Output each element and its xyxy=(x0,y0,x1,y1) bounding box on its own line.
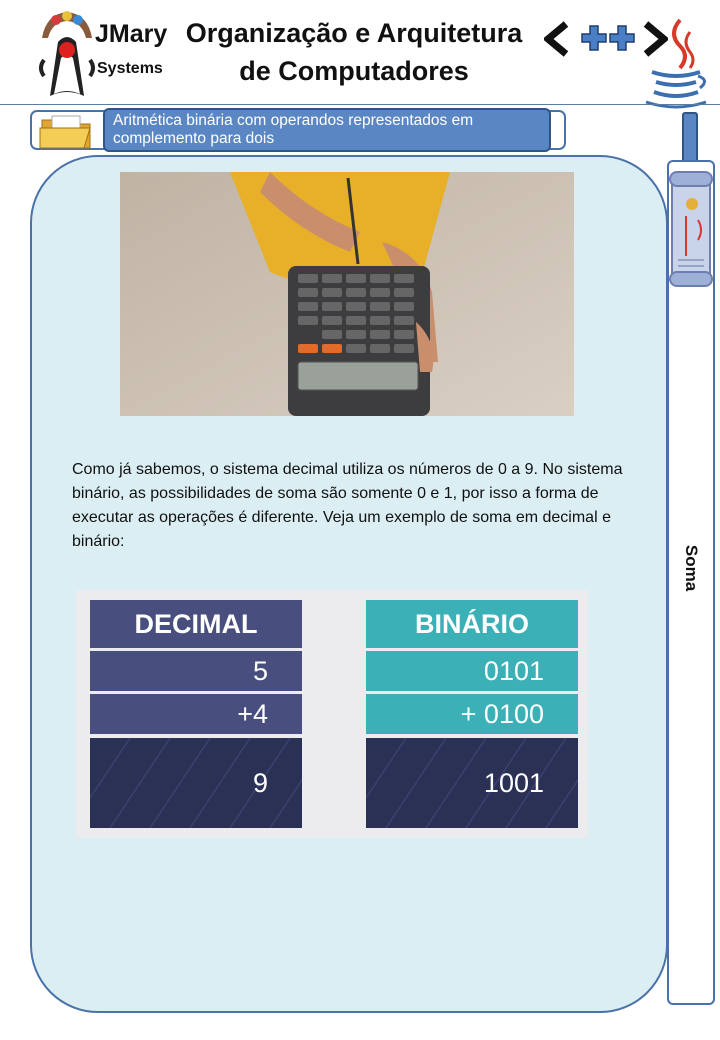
sum-comparison: DECIMAL 5 +4 9 BINÁRIO 0101 + 0100 1001 xyxy=(76,590,588,838)
binary-operand-2: + 0100 xyxy=(366,694,578,734)
title-line-1: Organização e Arquitetura xyxy=(185,18,523,48)
decimal-table: DECIMAL 5 +4 9 xyxy=(90,600,302,828)
stripe-pattern xyxy=(90,738,302,828)
binary-result: 1001 xyxy=(483,768,544,798)
scroll-icon xyxy=(669,171,713,287)
section-topic: Aritmética binária com operandos represe… xyxy=(103,108,551,152)
binary-header: BINÁRIO xyxy=(366,600,578,648)
topic-line-1: Aritmética binária com operandos represe… xyxy=(113,112,474,129)
brand-name: JMary xyxy=(95,20,168,48)
stripe-pattern xyxy=(366,738,578,828)
java-cup-icon xyxy=(645,18,707,109)
header-divider xyxy=(0,104,720,105)
brand-subtitle: Systems xyxy=(97,60,163,77)
title-line-2: de Computadores xyxy=(239,56,469,86)
duke-mascot-icon xyxy=(39,11,95,96)
binary-operand-1: 0101 xyxy=(366,651,578,691)
sidebar-label: Soma xyxy=(682,544,701,592)
folder-icon xyxy=(39,115,91,149)
decimal-result-cell: 9 xyxy=(90,738,302,828)
binary-table: BINÁRIO 0101 + 0100 1001 xyxy=(366,600,578,828)
binary-result-cell: 1001 xyxy=(366,738,578,828)
decimal-operand-2: +4 xyxy=(90,694,302,734)
page-title: Organização e Arquitetura de Computadore… xyxy=(168,14,540,90)
sidebar-connector xyxy=(682,112,698,164)
decimal-result: 9 xyxy=(252,768,268,798)
calculator-photo xyxy=(120,172,574,416)
decimal-operand-1: 5 xyxy=(90,651,302,691)
topic-line-2: complemento para dois xyxy=(113,130,275,147)
decimal-header: DECIMAL xyxy=(90,600,302,648)
intro-paragraph: Como já sabemos, o sistema decimal utili… xyxy=(72,461,623,550)
